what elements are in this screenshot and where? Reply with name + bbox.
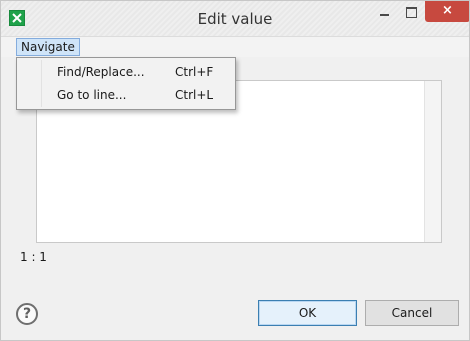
menu-item-shortcut: Ctrl+F bbox=[175, 65, 214, 79]
help-icon[interactable]: ? bbox=[16, 303, 38, 325]
navigate-dropdown-menu: Find/Replace... Ctrl+F Go to line... Ctr… bbox=[16, 57, 236, 110]
menu-item-label: Go to line... bbox=[57, 88, 127, 102]
vertical-scrollbar[interactable] bbox=[424, 81, 441, 242]
menu-item-label: Find/Replace... bbox=[57, 65, 145, 79]
menu-item-find-replace[interactable]: Find/Replace... Ctrl+F bbox=[17, 61, 235, 83]
menu-navigate[interactable]: Navigate bbox=[16, 38, 80, 56]
close-icon[interactable]: × bbox=[425, 1, 469, 22]
edit-value-dialog: Edit value × Navigate 1 : 1 ? OK Cancel … bbox=[0, 0, 470, 341]
cancel-button[interactable]: Cancel bbox=[365, 300, 459, 326]
maximize-icon[interactable] bbox=[398, 1, 424, 22]
menu-item-shortcut: Ctrl+L bbox=[175, 88, 214, 102]
minimize-icon[interactable] bbox=[371, 1, 397, 22]
ok-button[interactable]: OK bbox=[258, 300, 357, 326]
menu-item-go-to-line[interactable]: Go to line... Ctrl+L bbox=[17, 84, 235, 106]
cursor-position: 1 : 1 bbox=[20, 250, 47, 264]
menu-bar: Navigate bbox=[1, 37, 469, 57]
title-bar[interactable]: Edit value × bbox=[1, 1, 469, 37]
